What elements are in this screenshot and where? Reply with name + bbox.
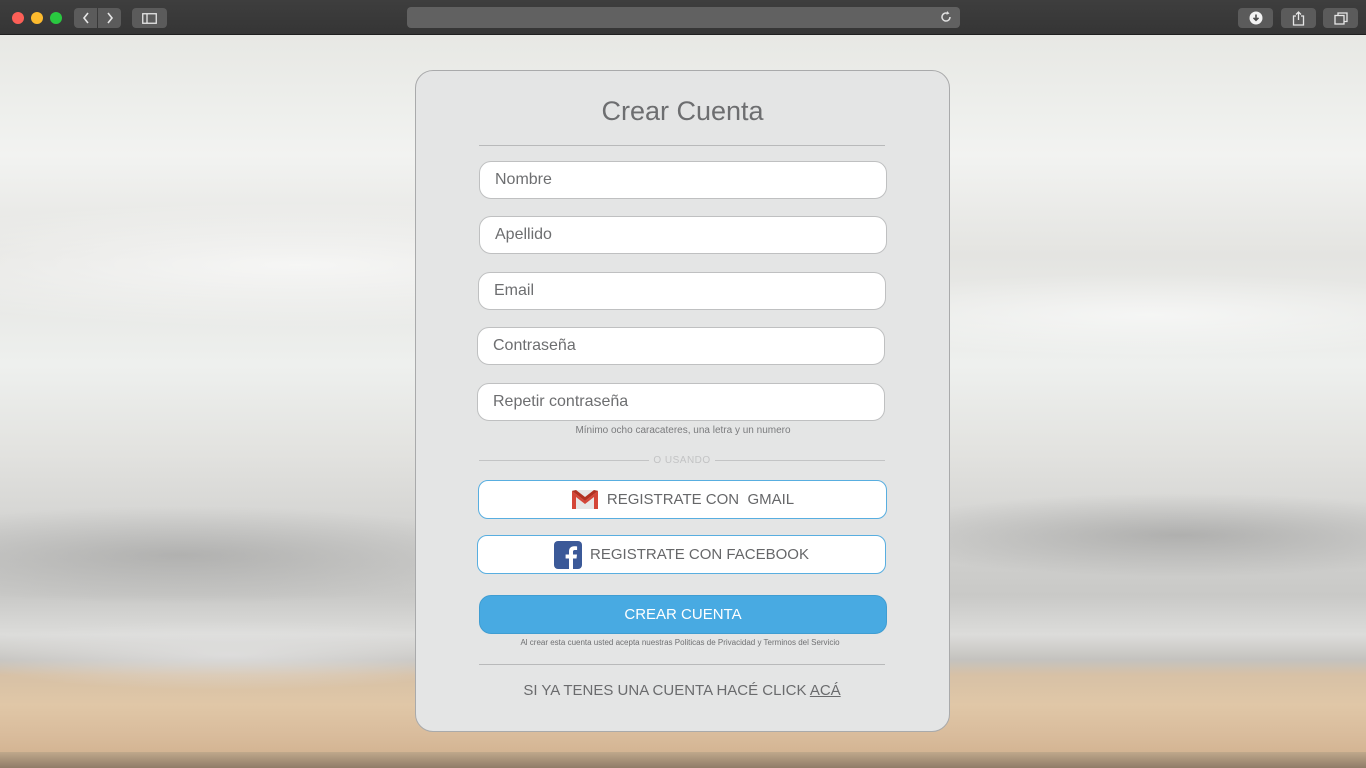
reload-icon[interactable] [939, 10, 953, 24]
browser-toolbar [0, 0, 1366, 35]
close-window-button[interactable] [12, 12, 24, 24]
divider-line-right [714, 459, 885, 461]
login-prompt: SI YA TENES UNA CUENTA HACÉ CLICK ACÁ [479, 682, 885, 699]
register-facebook-label: REGISTRATE CON FACEBOOK [590, 546, 809, 563]
repeat-password-input[interactable] [477, 383, 885, 421]
title-divider [479, 145, 885, 146]
login-prompt-text: SI YA TENES UNA CUENTA HACÉ CLICK [523, 682, 810, 699]
or-divider: O USANDO [479, 453, 885, 467]
tab-overview-button[interactable] [1323, 8, 1358, 28]
legal-notice: Al crear esta cuenta usted acepta nuestr… [520, 638, 840, 647]
chevron-left-icon [82, 12, 89, 24]
register-facebook-button[interactable]: REGISTRATE CON FACEBOOK [477, 535, 886, 574]
background-table-edge [0, 752, 1366, 768]
password-hint: Mínimo ocho caracateres, una letra y un … [575, 425, 791, 436]
divider-line-left [479, 459, 650, 461]
back-button[interactable] [74, 8, 97, 28]
sidebar-icon [142, 12, 157, 24]
gmail-icon [571, 489, 599, 510]
register-gmail-label: REGISTRATE CON GMAIL [606, 491, 795, 508]
forward-button[interactable] [98, 8, 121, 28]
password-input[interactable] [477, 327, 885, 365]
footer-divider [479, 664, 885, 665]
chevron-right-icon [106, 12, 113, 24]
login-link[interactable]: ACÁ [810, 682, 841, 699]
tabs-icon [1333, 11, 1348, 25]
sidebar-toggle-button[interactable] [132, 8, 167, 28]
register-gmail-button[interactable]: REGISTRATE CON GMAIL [478, 480, 887, 519]
page-title: Crear Cuenta [601, 96, 764, 126]
first-name-input[interactable] [479, 161, 887, 199]
divider-text: O USANDO [653, 454, 711, 466]
share-icon [1292, 10, 1305, 26]
share-button[interactable] [1281, 8, 1316, 28]
download-icon [1249, 11, 1262, 25]
downloads-button[interactable] [1238, 8, 1273, 28]
create-account-button[interactable]: CREAR CUENTA [479, 595, 887, 634]
maximize-window-button[interactable] [50, 12, 62, 24]
address-bar[interactable] [407, 7, 960, 28]
last-name-input[interactable] [479, 216, 887, 254]
email-input[interactable] [478, 272, 886, 310]
minimize-window-button[interactable] [31, 12, 43, 24]
facebook-icon [554, 540, 583, 569]
